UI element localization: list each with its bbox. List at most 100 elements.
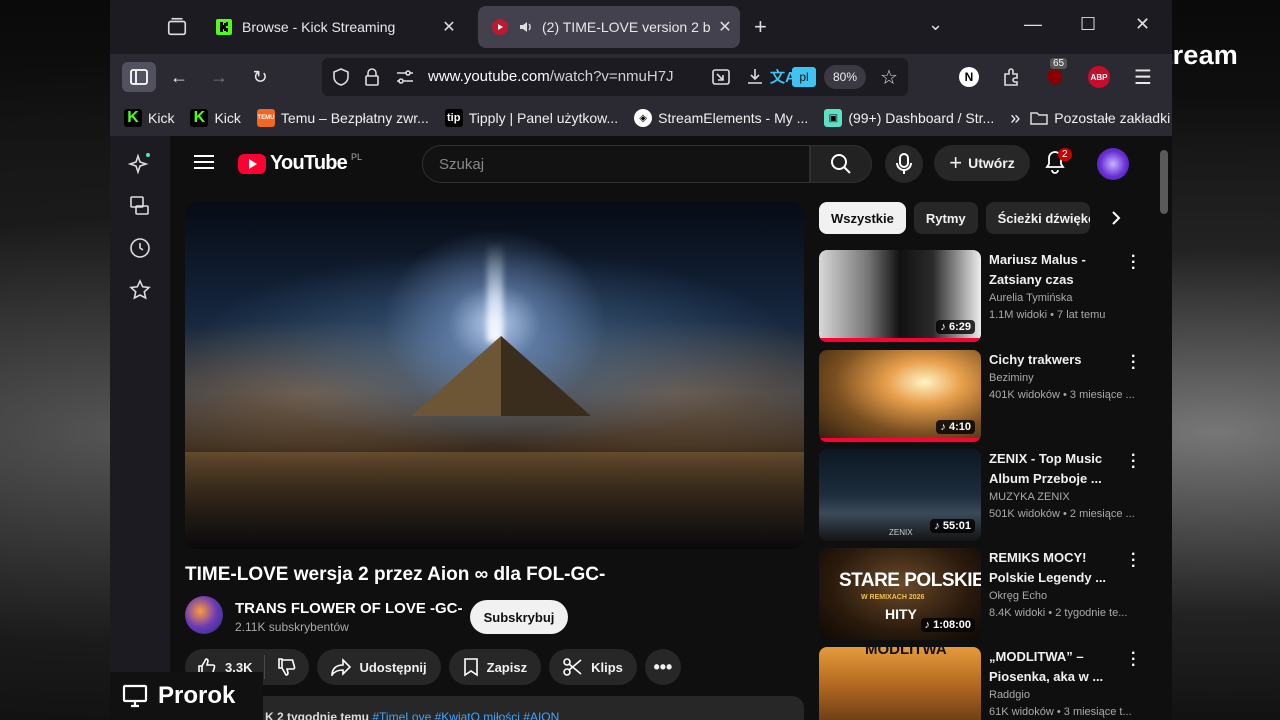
more-bookmarks-chevron-icon[interactable]: »	[1010, 108, 1020, 129]
bookmark-kick-2[interactable]: K Kick	[190, 109, 241, 127]
notifications-button[interactable]: 2	[1044, 148, 1072, 179]
download-icon[interactable]	[746, 67, 764, 85]
video-thumbnail[interactable]: ♪ 6:29	[819, 250, 981, 342]
minimize-icon[interactable]: —	[1024, 14, 1042, 35]
ai-chatbot-icon[interactable]	[128, 152, 152, 176]
translate-language-badge[interactable]: pl	[792, 67, 816, 87]
channel-name[interactable]: TRANS FLOWER OF LOVE -GC-	[235, 600, 462, 617]
url-text[interactable]: www.youtube.com/watch?v=nmuH7J	[428, 68, 674, 85]
browser-window: Browse - Kick Streaming ✕ (2) TIME-LOVE …	[110, 0, 1172, 720]
thumbnail-text: MODLITWA	[865, 647, 947, 658]
tipply-icon: tip	[444, 109, 463, 127]
dislike-button[interactable]	[265, 649, 309, 685]
video-thumbnail[interactable]: STARE POLSKIE W REMIXACH 2026 HITY ♪ 1:0…	[819, 548, 981, 640]
page-scrollbar[interactable]	[1160, 150, 1168, 214]
search-button[interactable]	[810, 145, 872, 183]
chip-soundtracks[interactable]: Ścieżki dźwiękowe	[985, 202, 1090, 234]
zoom-level[interactable]: 80%	[824, 65, 866, 89]
address-bar[interactable]: www.youtube.com/watch?v=nmuH7J 文A pl 80%…	[322, 58, 908, 96]
plus-icon: +	[949, 150, 963, 175]
rec-meta: 401K widoków • 3 miesiące ...	[989, 389, 1135, 401]
search-input[interactable]	[423, 146, 809, 182]
video-thumbnail[interactable]: ZENIX ♪ 55:01	[819, 449, 981, 541]
save-button[interactable]: Zapisz	[448, 649, 542, 685]
close-tab-icon[interactable]: ✕	[710, 17, 740, 37]
channel-avatar[interactable]	[185, 596, 223, 634]
bookmark-tipply[interactable]: tip Tipply | Panel użytkow...	[444, 109, 618, 127]
more-actions-icon[interactable]: •••	[644, 649, 681, 685]
more-options-icon[interactable]: · · ·	[1131, 448, 1136, 476]
bookmark-other-folder[interactable]: Pozostałe zakładki	[1030, 109, 1170, 127]
bookmark-dashboard[interactable]: ▣ (99+) Dashboard / Str...	[824, 109, 994, 127]
list-item[interactable]: MODLITWA „MODLITWA” – Piosenka, aka w ..…	[819, 646, 1149, 720]
list-item[interactable]: ♪ 4:10 Cichy trakwers Beziminy 401K wido…	[819, 349, 1149, 442]
app-menu-icon[interactable]: ☰	[1128, 62, 1158, 92]
rec-channel: Raddgio	[989, 689, 1030, 701]
synced-tabs-icon[interactable]	[128, 194, 152, 218]
scissors-icon	[563, 657, 583, 677]
list-item[interactable]: ♪ 6:29 Mariusz Malus - Zatsiany czas Aur…	[819, 249, 1149, 342]
chevron-right-icon[interactable]	[1110, 210, 1122, 226]
rec-meta: 61K widoków • 3 miesiące t...	[989, 706, 1132, 718]
back-icon[interactable]: ←	[164, 62, 194, 92]
notification-count: 2	[1058, 148, 1072, 161]
more-options-icon[interactable]: · · ·	[1131, 349, 1136, 377]
history-icon[interactable]	[128, 236, 152, 260]
account-avatar[interactable]	[1097, 148, 1129, 180]
shield-icon[interactable]	[332, 68, 350, 86]
maximize-icon[interactable]: ☐	[1080, 14, 1096, 35]
list-item[interactable]: ZENIX ♪ 55:01 ZENIX - Top Music Album Pr…	[819, 448, 1149, 541]
bookmark-star-icon[interactable]: ☆	[880, 65, 898, 90]
reload-icon[interactable]: ↻	[245, 62, 275, 92]
account-icon[interactable]: N	[954, 62, 984, 92]
guide-menu-icon[interactable]	[194, 154, 214, 170]
search-icon	[831, 154, 851, 174]
permissions-icon[interactable]	[396, 69, 414, 85]
close-tab-icon[interactable]: ✕	[434, 17, 464, 37]
subscribe-button[interactable]: Subskrybuj	[470, 600, 568, 634]
bookmarks-star-icon[interactable]	[128, 278, 152, 302]
bookmark-temu[interactable]: TEMU Temu – Bezpłatny zwr...	[256, 109, 429, 127]
pyramid-shadow	[501, 336, 591, 416]
share-button[interactable]: Udostępnij	[317, 649, 441, 685]
forward-icon[interactable]: →	[204, 62, 234, 92]
bookmark-icon	[463, 657, 479, 677]
tab-youtube[interactable]: (2) TIME-LOVE version 2 by A ✕	[478, 6, 740, 48]
list-item[interactable]: STARE POLSKIE W REMIXACH 2026 HITY ♪ 1:0…	[819, 547, 1149, 640]
chip-rhythms[interactable]: Rytmy	[913, 202, 978, 234]
thumbnail-text: STARE POLSKIE	[839, 570, 981, 591]
close-window-icon[interactable]: ✕	[1135, 14, 1150, 35]
more-options-icon[interactable]: · · ·	[1131, 249, 1136, 277]
list-all-tabs-icon[interactable]: ⌄	[928, 14, 943, 35]
tab-list-icon[interactable]	[166, 16, 188, 38]
more-options-icon[interactable]: · · ·	[1131, 547, 1136, 575]
speaker-icon[interactable]	[518, 19, 534, 35]
rec-channel: Aurelia Tymińska	[989, 292, 1073, 304]
create-button[interactable]: + Utwórz	[934, 145, 1030, 181]
chip-all[interactable]: Wszystkie	[819, 202, 906, 234]
voice-search-button[interactable]	[885, 145, 923, 183]
youtube-logo[interactable]: YouTube PL	[238, 152, 362, 175]
tab-kick[interactable]: Browse - Kick Streaming ✕	[202, 6, 464, 48]
water-reflection	[185, 452, 804, 549]
new-tab-button[interactable]: +	[754, 14, 767, 40]
extension-badge: 65	[1050, 58, 1068, 69]
picture-in-picture-icon[interactable]	[712, 68, 730, 86]
adblock-plus-icon[interactable]: ABP	[1084, 62, 1114, 92]
lock-icon[interactable]	[364, 68, 380, 86]
bookmark-streamelements[interactable]: ◈ StreamElements - My ...	[634, 109, 808, 127]
video-player[interactable]	[185, 202, 804, 549]
ublock-icon[interactable]: 65	[1040, 58, 1070, 92]
subscriber-count: 2.11K subskrybentów	[235, 620, 349, 634]
video-thumbnail[interactable]: ♪ 4:10	[819, 350, 981, 442]
more-options-icon[interactable]: · · ·	[1131, 646, 1136, 674]
kick-icon: K	[190, 109, 209, 127]
bookmark-kick-1[interactable]: K Kick	[124, 109, 174, 127]
streamelements-icon: ◈	[634, 109, 653, 127]
description-box[interactable]: K 2 tygodnie temu #TimeLove #KwiatO miło…	[185, 696, 804, 720]
video-thumbnail[interactable]: MODLITWA	[819, 647, 981, 720]
extensions-icon[interactable]	[996, 62, 1026, 92]
rec-channel: Beziminy	[989, 372, 1034, 384]
sidebar-toggle-icon[interactable]	[122, 62, 156, 92]
clips-button[interactable]: Klips	[549, 649, 637, 685]
